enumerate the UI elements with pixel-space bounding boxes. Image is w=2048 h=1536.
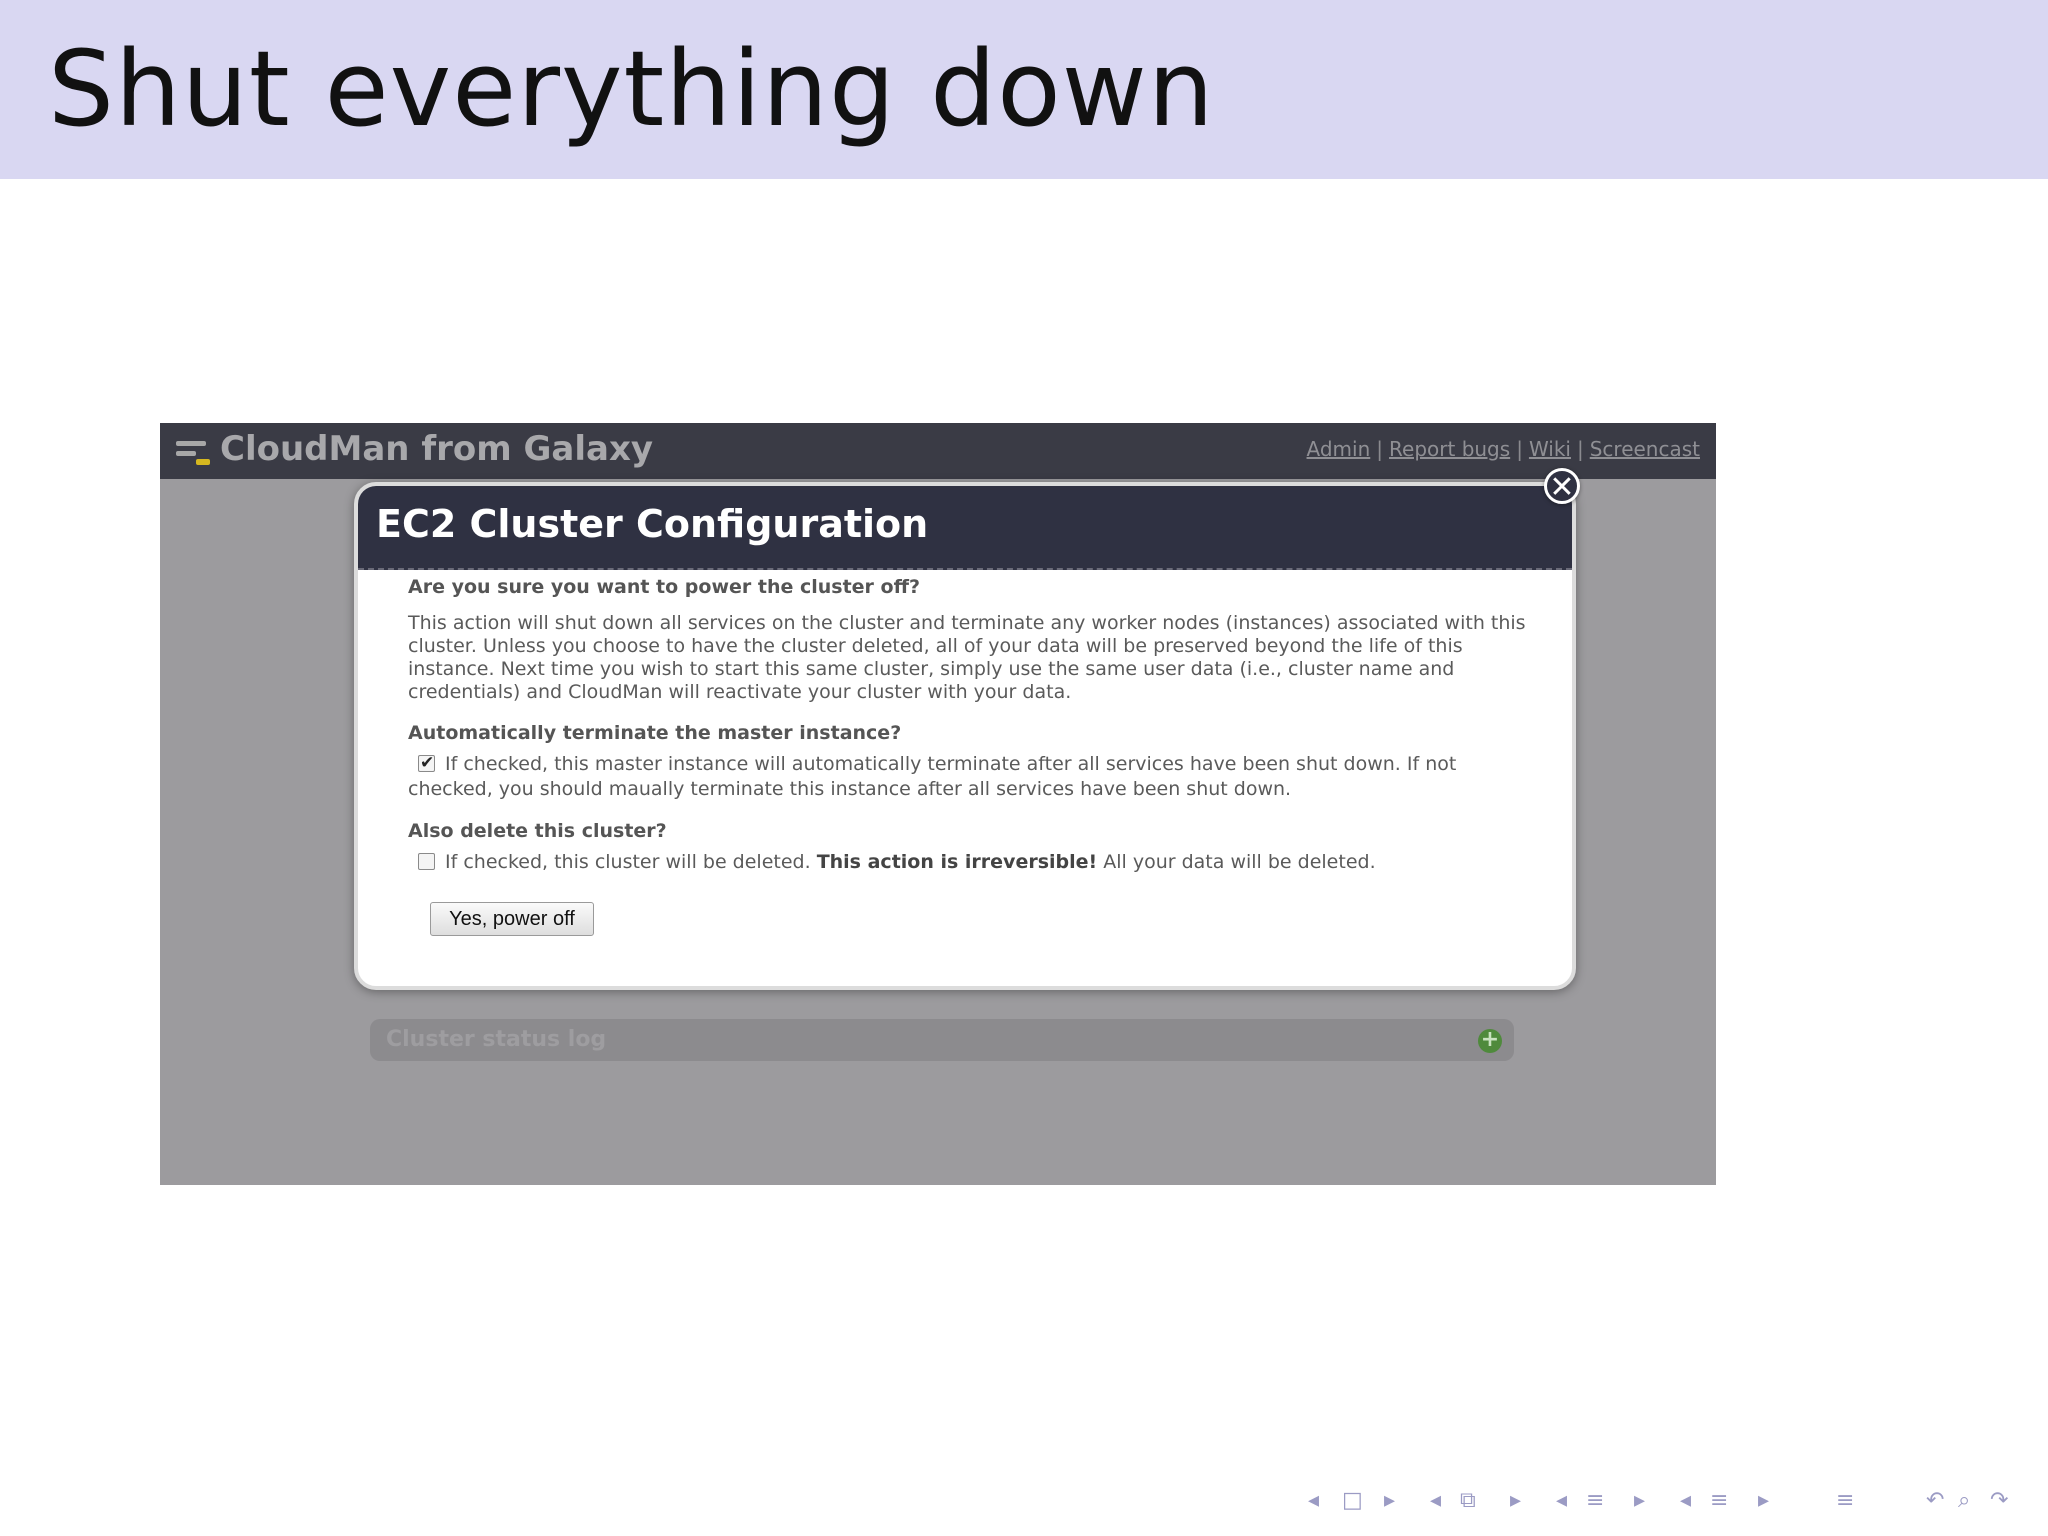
dialog-title: EC2 Cluster Configuration <box>376 502 929 546</box>
dialog-header: EC2 Cluster Configuration <box>358 486 1572 570</box>
beamer-navigation: ◂ □ ▸ ◂ ⧉ ▸ ◂ ≡ ▸ ◂ ≡ ▸ ≡ ↶ ⌕ ↷ <box>1300 1488 2040 1524</box>
delete-text-after: All your data will be deleted. <box>1103 851 1376 873</box>
nav-prev-section-icon[interactable]: ◂ <box>1556 1488 1567 1513</box>
terminate-option: If checked, this master instance will au… <box>408 751 1538 802</box>
nav-forward-icon[interactable]: ↷ <box>1990 1488 2008 1513</box>
nav-back-icon[interactable]: ↶ <box>1926 1488 1944 1513</box>
screencast-link[interactable]: Screencast <box>1590 437 1700 461</box>
power-off-question: Are you sure you want to power the clust… <box>408 576 921 598</box>
admin-link[interactable]: Admin <box>1307 437 1371 461</box>
nav-subsection-icon[interactable]: ⧉ <box>1460 1488 1476 1513</box>
power-off-dialog: EC2 Cluster Configuration Are you sure y… <box>354 482 1576 990</box>
status-log-label: Cluster status log <box>386 1027 607 1052</box>
terminate-checkbox[interactable] <box>418 751 435 776</box>
nav-document-icon[interactable]: ≡ <box>1710 1488 1728 1513</box>
nav-prev-subsection-icon[interactable]: ◂ <box>1430 1488 1441 1513</box>
nav-next-document-icon[interactable]: ▸ <box>1758 1488 1769 1513</box>
app-title: CloudMan from Galaxy <box>220 429 654 469</box>
wiki-link[interactable]: Wiki <box>1529 437 1571 461</box>
power-off-description: This action will shut down all services … <box>408 612 1526 703</box>
close-icon[interactable]: ✕ <box>1544 468 1580 505</box>
nav-frame-icon[interactable]: □ <box>1342 1488 1363 1513</box>
expand-plus-icon[interactable]: + <box>1478 1029 1502 1053</box>
nav-next-frame-icon[interactable]: ▸ <box>1384 1488 1395 1513</box>
nav-section-icon[interactable]: ≡ <box>1586 1488 1604 1513</box>
yes-power-off-button[interactable]: Yes, power off <box>430 902 594 936</box>
irreversible-warning: This action is irreversible! <box>816 851 1098 873</box>
cloudman-logo-icon <box>176 433 214 469</box>
nav-prev-document-icon[interactable]: ◂ <box>1680 1488 1691 1513</box>
link-separator: | <box>1376 437 1384 461</box>
nav-search-icon[interactable]: ⌕ <box>1958 1488 1970 1513</box>
delete-checkbox[interactable] <box>418 853 435 870</box>
slide-header: Shut everything down <box>0 0 2048 179</box>
link-separator: | <box>1516 437 1523 461</box>
dialog-body: Are you sure you want to power the clust… <box>408 576 1538 875</box>
nav-toc-icon[interactable]: ≡ <box>1836 1488 1854 1513</box>
delete-heading: Also delete this cluster? <box>408 820 667 842</box>
delete-option: If checked, this cluster will be deleted… <box>408 850 1538 875</box>
terminate-heading: Automatically terminate the master insta… <box>408 722 902 744</box>
nav-next-subsection-icon[interactable]: ▸ <box>1510 1488 1521 1513</box>
slide-title: Shut everything down <box>48 28 1215 150</box>
link-separator: | <box>1576 437 1584 461</box>
nav-next-section-icon[interactable]: ▸ <box>1634 1488 1645 1513</box>
top-links: Admin | Report bugs | Wiki | Screencast <box>1307 437 1700 461</box>
app-header-bar: CloudMan from Galaxy Admin | Report bugs | W… <box>160 423 1716 479</box>
delete-text-before: If checked, this cluster will be deleted… <box>445 851 811 873</box>
nav-prev-frame-icon[interactable]: ◂ <box>1308 1488 1319 1513</box>
terminate-text: If checked, this master instance will au… <box>408 753 1457 800</box>
cluster-status-log: Cluster status log + <box>370 1019 1514 1061</box>
report-bugs-link[interactable]: Report bugs <box>1389 437 1510 461</box>
cloudman-screenshot: CloudMan from Galaxy Admin | Report bugs | W… <box>160 423 1716 1185</box>
